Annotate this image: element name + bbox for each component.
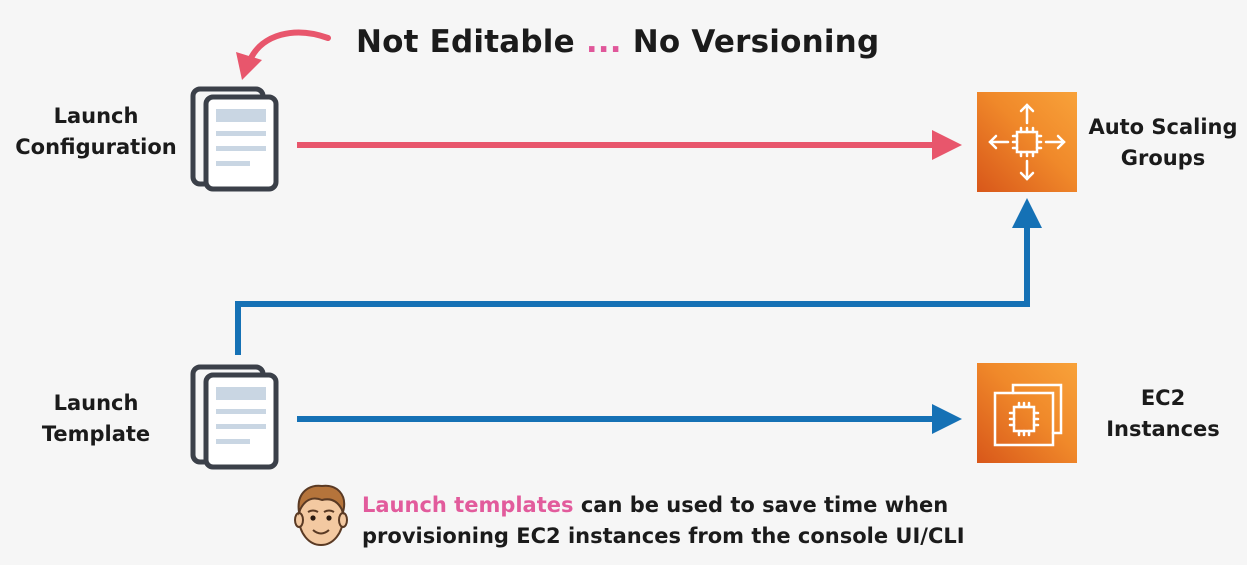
footnote-line1-rest: can be used to save time when xyxy=(573,493,949,517)
blue-elbow-line xyxy=(235,225,1030,355)
auto-scaling-icon xyxy=(977,92,1077,192)
connector-arrows xyxy=(235,130,1042,434)
avatar xyxy=(294,484,348,546)
ec2-instances-label: EC2 Instances xyxy=(1080,383,1246,445)
ec2-instances-label-line2: Instances xyxy=(1106,417,1220,441)
red-arrow-head xyxy=(932,130,962,160)
footnote-highlight: Launch templates xyxy=(362,493,574,517)
blue-arrow-head xyxy=(932,404,962,434)
ec2-instances-icon xyxy=(977,363,1077,463)
auto-scaling-groups-label-line1: Auto Scaling xyxy=(1088,115,1238,139)
blue-elbow-head xyxy=(1012,198,1042,228)
footnote-line1: Launch templates can be used to save tim… xyxy=(362,490,965,521)
footnote: Launch templates can be used to save tim… xyxy=(362,490,965,552)
auto-scaling-groups-label-line2: Groups xyxy=(1120,146,1206,170)
footnote-line2: provisioning EC2 instances from the cons… xyxy=(362,524,965,548)
ec2-glyph xyxy=(993,383,1063,447)
auto-scaling-glyph xyxy=(988,103,1066,181)
auto-scaling-groups-label: Auto Scaling Groups xyxy=(1080,112,1246,174)
ec2-instances-label-line1: EC2 xyxy=(1140,386,1186,410)
